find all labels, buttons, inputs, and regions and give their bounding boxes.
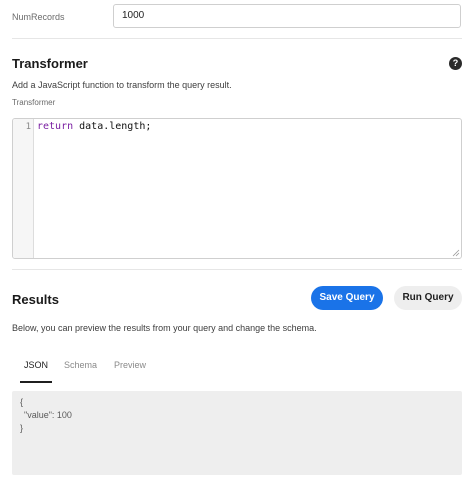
- num-records-label: NumRecords: [12, 12, 65, 22]
- json-entry: "value": 100: [24, 410, 72, 420]
- editor-gutter: 1: [13, 119, 34, 258]
- divider: [12, 269, 462, 270]
- json-close-brace: }: [20, 423, 24, 433]
- results-description: Below, you can preview the results from …: [12, 323, 317, 333]
- num-records-input[interactable]: 1000: [113, 4, 461, 28]
- results-title: Results: [12, 292, 59, 307]
- divider: [12, 38, 462, 39]
- active-tab-indicator: [20, 381, 52, 383]
- run-query-button[interactable]: Run Query: [394, 286, 462, 310]
- transformer-field-label: Transformer: [12, 98, 56, 107]
- line-number: 1: [25, 122, 31, 132]
- tab-json[interactable]: JSON: [24, 360, 48, 370]
- transformer-description: Add a JavaScript function to transform t…: [12, 80, 232, 90]
- json-output-panel: { "value": 100 }: [12, 391, 462, 475]
- resize-handle-icon[interactable]: [452, 249, 460, 257]
- save-query-button[interactable]: Save Query: [311, 286, 383, 310]
- tab-schema[interactable]: Schema: [64, 360, 97, 370]
- transformer-title: Transformer: [12, 56, 88, 71]
- json-open-brace: {: [20, 397, 24, 407]
- code-keyword: return: [37, 121, 74, 132]
- code-line[interactable]: return data.length;: [37, 121, 151, 132]
- json-value: 100: [56, 410, 72, 420]
- code-editor[interactable]: 1 return data.length;: [12, 118, 462, 259]
- code-expression: data.length;: [73, 121, 152, 132]
- tab-preview[interactable]: Preview: [114, 360, 146, 370]
- help-icon[interactable]: ?: [449, 57, 462, 70]
- json-key: "value": [24, 410, 52, 420]
